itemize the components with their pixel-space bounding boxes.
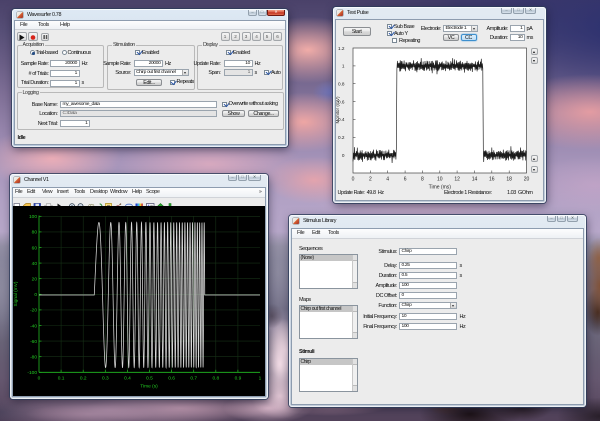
svg-text:Monitor (mV): Monitor (mV) — [336, 96, 340, 124]
svg-text:2: 2 — [369, 177, 372, 183]
svg-text:100: 100 — [29, 214, 37, 220]
svg-text:16: 16 — [489, 177, 495, 183]
svg-text:0.7: 0.7 — [190, 376, 197, 382]
svg-text:10: 10 — [437, 177, 443, 183]
svg-text:0.8: 0.8 — [212, 376, 219, 382]
svg-text:0: 0 — [38, 376, 41, 382]
svg-text:6: 6 — [404, 177, 407, 183]
svg-text:0: 0 — [342, 153, 345, 158]
svg-text:0.5: 0.5 — [146, 376, 153, 382]
svg-text:0.4: 0.4 — [124, 376, 131, 382]
svg-text:0.2: 0.2 — [338, 135, 345, 140]
svg-text:12: 12 — [454, 177, 460, 183]
svg-text:-60: -60 — [30, 339, 37, 345]
svg-text:0.6: 0.6 — [168, 376, 175, 382]
svg-text:40: 40 — [32, 261, 38, 267]
svg-text:-80: -80 — [30, 355, 37, 361]
svg-text:0.2: 0.2 — [80, 376, 87, 382]
svg-text:0.8: 0.8 — [338, 82, 345, 87]
svg-text:0: 0 — [34, 292, 37, 298]
svg-text:18: 18 — [506, 177, 512, 183]
svg-text:14: 14 — [472, 177, 478, 183]
svg-text:8: 8 — [421, 177, 424, 183]
svg-text:20: 20 — [524, 177, 530, 183]
svg-text:1: 1 — [259, 376, 262, 382]
svg-text:0: 0 — [352, 177, 355, 183]
svg-text:1.2: 1.2 — [338, 46, 345, 51]
svg-text:60: 60 — [32, 245, 38, 251]
svg-text:1: 1 — [342, 64, 345, 69]
svg-text:-40: -40 — [30, 323, 37, 329]
svg-text:80: 80 — [32, 230, 38, 236]
svg-text:0.1: 0.1 — [58, 376, 65, 382]
svg-text:4: 4 — [386, 177, 389, 183]
svg-text:0.9: 0.9 — [235, 376, 242, 382]
svg-text:-20: -20 — [30, 308, 37, 314]
svg-text:0.3: 0.3 — [102, 376, 109, 382]
svg-text:-100: -100 — [27, 370, 37, 376]
svg-text:20: 20 — [32, 277, 38, 283]
svg-text:Time (s): Time (s) — [140, 384, 158, 390]
svg-text:Signal (mV): Signal (mV) — [13, 281, 19, 306]
